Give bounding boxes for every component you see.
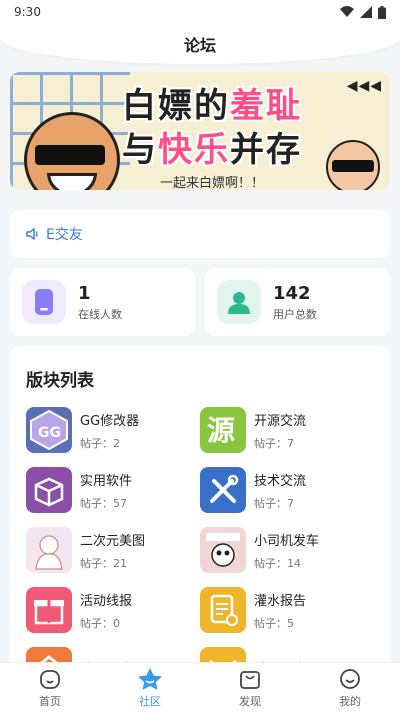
board-item-activity[interactable]: 活动线报 帖子：0 [26, 586, 196, 634]
board-item-software[interactable]: 实用软件 帖子：57 [26, 466, 196, 514]
tab-label: 我的 [339, 694, 361, 708]
board-name: 活动线报 [80, 593, 133, 609]
status-icons [340, 5, 386, 19]
board-name: 实用软件 [80, 473, 133, 489]
board-name: 开源交流 [254, 413, 307, 429]
user-total-icon [217, 280, 261, 324]
svg-text:GG: GG [38, 425, 61, 441]
banner-headline-2: 与快乐并存 [122, 122, 302, 171]
banner-text: 白嫖的 [122, 86, 230, 126]
battery-icon [378, 5, 386, 19]
tab-label: 首页 [39, 694, 61, 708]
gift-icon [26, 587, 72, 633]
board-count: 帖子：5 [254, 616, 294, 630]
tab-mine[interactable]: 我的 [300, 663, 400, 712]
speaker-icon [26, 227, 38, 241]
page-title: 论坛 [183, 36, 216, 55]
wifi-icon [340, 6, 354, 17]
stat-users-label: 用户总数 [273, 307, 317, 321]
tab-label: 社区 [139, 694, 161, 708]
stat-users-value: 142 [273, 282, 311, 304]
home-face-icon [40, 669, 60, 689]
tab-discover[interactable]: 发现 [200, 663, 300, 712]
banner-highlight: 快乐 [158, 130, 230, 170]
banner-arrows-icon: ◀◀◀ [346, 78, 382, 94]
tools-icon [200, 467, 246, 513]
board-name: 二次元美图 [80, 533, 146, 549]
board-item-driver[interactable]: 小司机发车 帖子：14 [200, 526, 370, 574]
banner[interactable]: 白嫖的羞耻 与快乐并存 一起来白嫖啊！！ ◀◀◀ [10, 72, 390, 190]
board-count: 帖子：7 [254, 436, 294, 450]
board-count: 帖子：57 [80, 496, 127, 510]
banner-headline-1: 白嫖的羞耻 [122, 78, 302, 127]
board-count: 帖子：0 [80, 616, 120, 630]
notice-text: E交友 [46, 227, 83, 243]
banner-subtitle: 一起来白嫖啊！！ [160, 176, 265, 190]
online-phone-icon [22, 280, 66, 324]
report-doc-icon [200, 587, 246, 633]
signal-icon [360, 6, 372, 18]
stat-online-value: 1 [78, 282, 91, 304]
source-char-icon: 源 [200, 407, 246, 453]
board-count: 帖子：2 [80, 436, 120, 450]
board-item-tech[interactable]: 技术交流 帖子：7 [200, 466, 370, 514]
tab-community[interactable]: 社区 [100, 663, 200, 712]
board-item-opensource[interactable]: 源 开源交流 帖子：7 [200, 406, 370, 454]
software-box-icon [26, 467, 72, 513]
panda-meme-icon [200, 527, 246, 573]
stat-users-card: 142 用户总数 [205, 268, 390, 336]
cartoon-face-right-icon [326, 140, 380, 190]
board-count: 帖子：7 [254, 496, 294, 510]
notice-bar[interactable]: E交友 [10, 210, 390, 258]
banner-highlight: 羞耻 [230, 86, 302, 126]
mine-face-icon [340, 668, 360, 689]
banner-text: 并存 [230, 130, 302, 170]
anime-girl-icon [26, 527, 72, 573]
board-count: 帖子：21 [80, 556, 127, 570]
board-name: GG修改器 [80, 413, 140, 429]
board-item-anime[interactable]: 二次元美图 帖子：21 [26, 526, 196, 574]
stat-online-label: 在线人数 [78, 307, 122, 321]
board-item-water[interactable]: 灌水报告 帖子：5 [200, 586, 370, 634]
discover-bag-icon [240, 670, 260, 689]
section-list: 版块列表 GG GG修改器 帖子：2 源 开源交流 帖子：7 实用软件 帖子：5… [10, 346, 390, 676]
tab-home[interactable]: 首页 [0, 663, 100, 712]
svg-text:源: 源 [207, 414, 235, 447]
board-item-gg[interactable]: GG GG修改器 帖子：2 [26, 406, 196, 454]
board-name: 技术交流 [254, 473, 307, 489]
board-name: 小司机发车 [254, 533, 320, 549]
stat-online-card: 1 在线人数 [10, 268, 195, 336]
board-count: 帖子：14 [254, 556, 301, 570]
status-time: 9:30 [14, 5, 41, 19]
section-list-title: 版块列表 [26, 371, 94, 391]
status-bar: 9:30 [0, 0, 400, 24]
gg-modifier-icon: GG [26, 407, 72, 453]
community-star-icon [138, 667, 162, 690]
tab-label: 发现 [239, 694, 261, 708]
banner-text: 与 [122, 130, 158, 170]
board-name: 灌水报告 [254, 593, 307, 609]
bottom-tab-bar: 首页 社区 发现 我的 [0, 662, 400, 712]
